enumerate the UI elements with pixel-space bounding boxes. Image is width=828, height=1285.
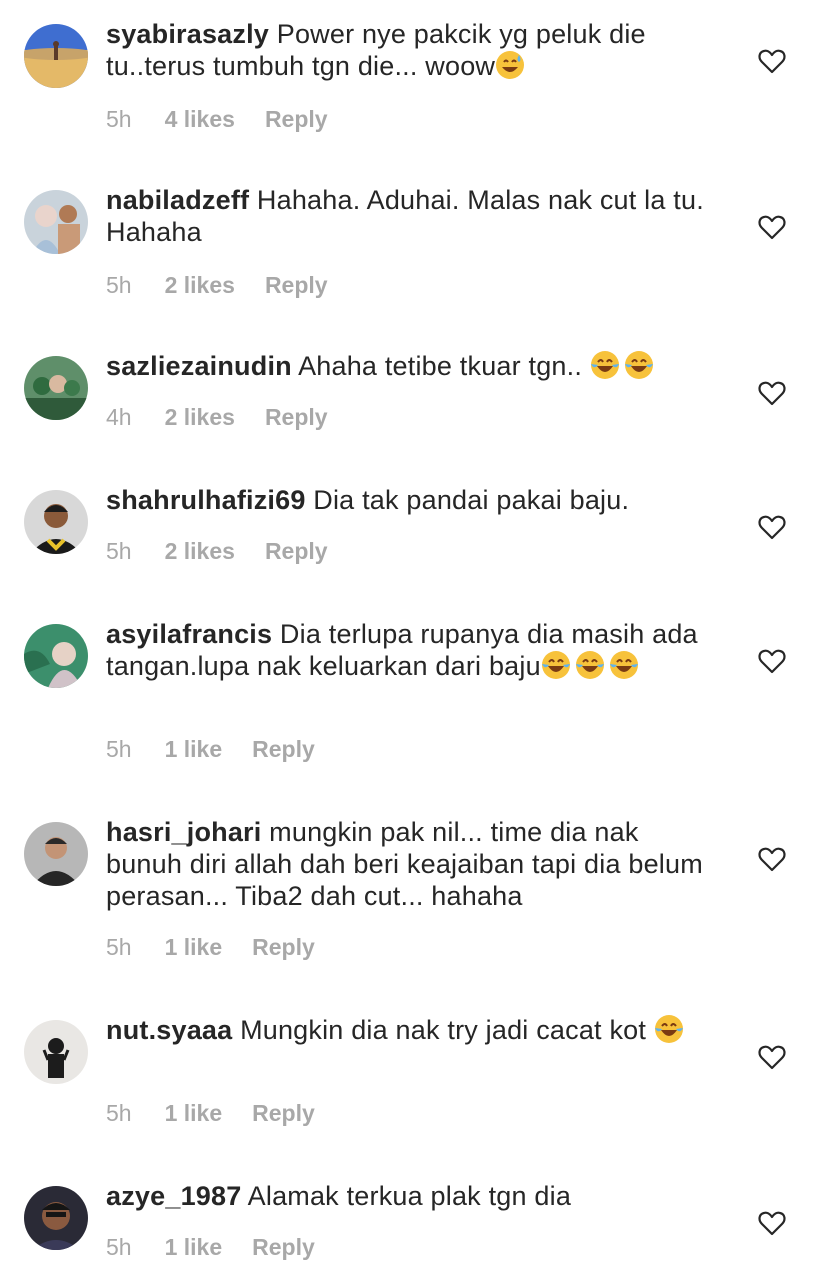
- comment-time: 5h: [106, 1234, 132, 1260]
- heart-outline-icon[interactable]: [758, 514, 786, 540]
- avatar[interactable]: [24, 822, 88, 886]
- heart-outline-icon[interactable]: [758, 380, 786, 406]
- comment-meta: 5h 2 likes Reply: [106, 538, 358, 565]
- comment-username[interactable]: hasri_johari: [106, 817, 261, 847]
- heart-outline-icon[interactable]: [758, 648, 786, 674]
- comment-meta: 5h 1 like Reply: [106, 1234, 345, 1261]
- sweat-smile-emoji: [495, 50, 525, 80]
- comment-time: 5h: [106, 538, 132, 564]
- comment-time: 5h: [106, 736, 132, 762]
- reply-button[interactable]: Reply: [265, 538, 328, 564]
- avatar[interactable]: [24, 356, 88, 420]
- reply-button[interactable]: Reply: [265, 404, 328, 430]
- comment-time: 5h: [106, 934, 132, 960]
- comment-likes[interactable]: 1 like: [165, 934, 223, 960]
- avatar[interactable]: [24, 624, 88, 688]
- comment-text: Dia tak pandai pakai baju.: [313, 485, 630, 515]
- reply-button[interactable]: Reply: [252, 934, 315, 960]
- comment-username[interactable]: azye_1987: [106, 1181, 241, 1211]
- comment-likes[interactable]: 2 likes: [165, 272, 235, 298]
- comment-text: Alamak terkua plak tgn dia: [247, 1181, 572, 1211]
- comment-time: 5h: [106, 106, 132, 132]
- comment-text: Ahaha tetibe tkuar tgn..: [298, 351, 583, 381]
- comment-meta: 5h 4 likes Reply: [106, 106, 358, 133]
- comment-likes[interactable]: 2 likes: [165, 538, 235, 564]
- heart-outline-icon[interactable]: [758, 48, 786, 74]
- comment-likes[interactable]: 1 like: [165, 736, 223, 762]
- comment-likes[interactable]: 4 likes: [165, 106, 235, 132]
- tears-of-joy-emoji: [590, 350, 620, 380]
- heart-outline-icon[interactable]: [758, 846, 786, 872]
- comment-time: 5h: [106, 1100, 132, 1126]
- comment-meta: 4h 2 likes Reply: [106, 404, 358, 431]
- heart-outline-icon[interactable]: [758, 214, 786, 240]
- avatar[interactable]: [24, 1020, 88, 1084]
- comment-meta: 5h 1 like Reply: [106, 1100, 345, 1127]
- comment-username[interactable]: sazliezainudin: [106, 351, 292, 381]
- comment-likes[interactable]: 2 likes: [165, 404, 235, 430]
- comment-likes[interactable]: 1 like: [165, 1100, 223, 1126]
- comment-meta: 5h 2 likes Reply: [106, 272, 358, 299]
- heart-outline-icon[interactable]: [758, 1044, 786, 1070]
- comment-username[interactable]: shahrulhafizi69: [106, 485, 306, 515]
- reply-button[interactable]: Reply: [252, 1100, 315, 1126]
- comment-likes[interactable]: 1 like: [165, 1234, 223, 1260]
- tears-of-joy-emoji: [609, 650, 639, 680]
- comment-time: 4h: [106, 404, 132, 430]
- avatar[interactable]: [24, 190, 88, 254]
- avatar[interactable]: [24, 1186, 88, 1250]
- comment-meta: 5h 1 like Reply: [106, 934, 345, 961]
- reply-button[interactable]: Reply: [252, 1234, 315, 1260]
- reply-button[interactable]: Reply: [252, 736, 315, 762]
- comment-username[interactable]: asyilafrancis: [106, 619, 272, 649]
- reply-button[interactable]: Reply: [265, 106, 328, 132]
- tears-of-joy-emoji: [624, 350, 654, 380]
- tears-of-joy-emoji: [654, 1014, 684, 1044]
- reply-button[interactable]: Reply: [265, 272, 328, 298]
- tears-of-joy-emoji: [575, 650, 605, 680]
- comment-meta: 5h 1 like Reply: [106, 736, 345, 763]
- avatar[interactable]: [24, 490, 88, 554]
- heart-outline-icon[interactable]: [758, 1210, 786, 1236]
- tears-of-joy-emoji: [541, 650, 571, 680]
- comment-text: Mungkin dia nak try jadi cacat kot: [240, 1015, 647, 1045]
- comment-username[interactable]: syabirasazly: [106, 19, 269, 49]
- comment-time: 5h: [106, 272, 132, 298]
- comment-username[interactable]: nabiladzeff: [106, 185, 249, 215]
- comment-username[interactable]: nut.syaaa: [106, 1015, 232, 1045]
- avatar[interactable]: [24, 24, 88, 88]
